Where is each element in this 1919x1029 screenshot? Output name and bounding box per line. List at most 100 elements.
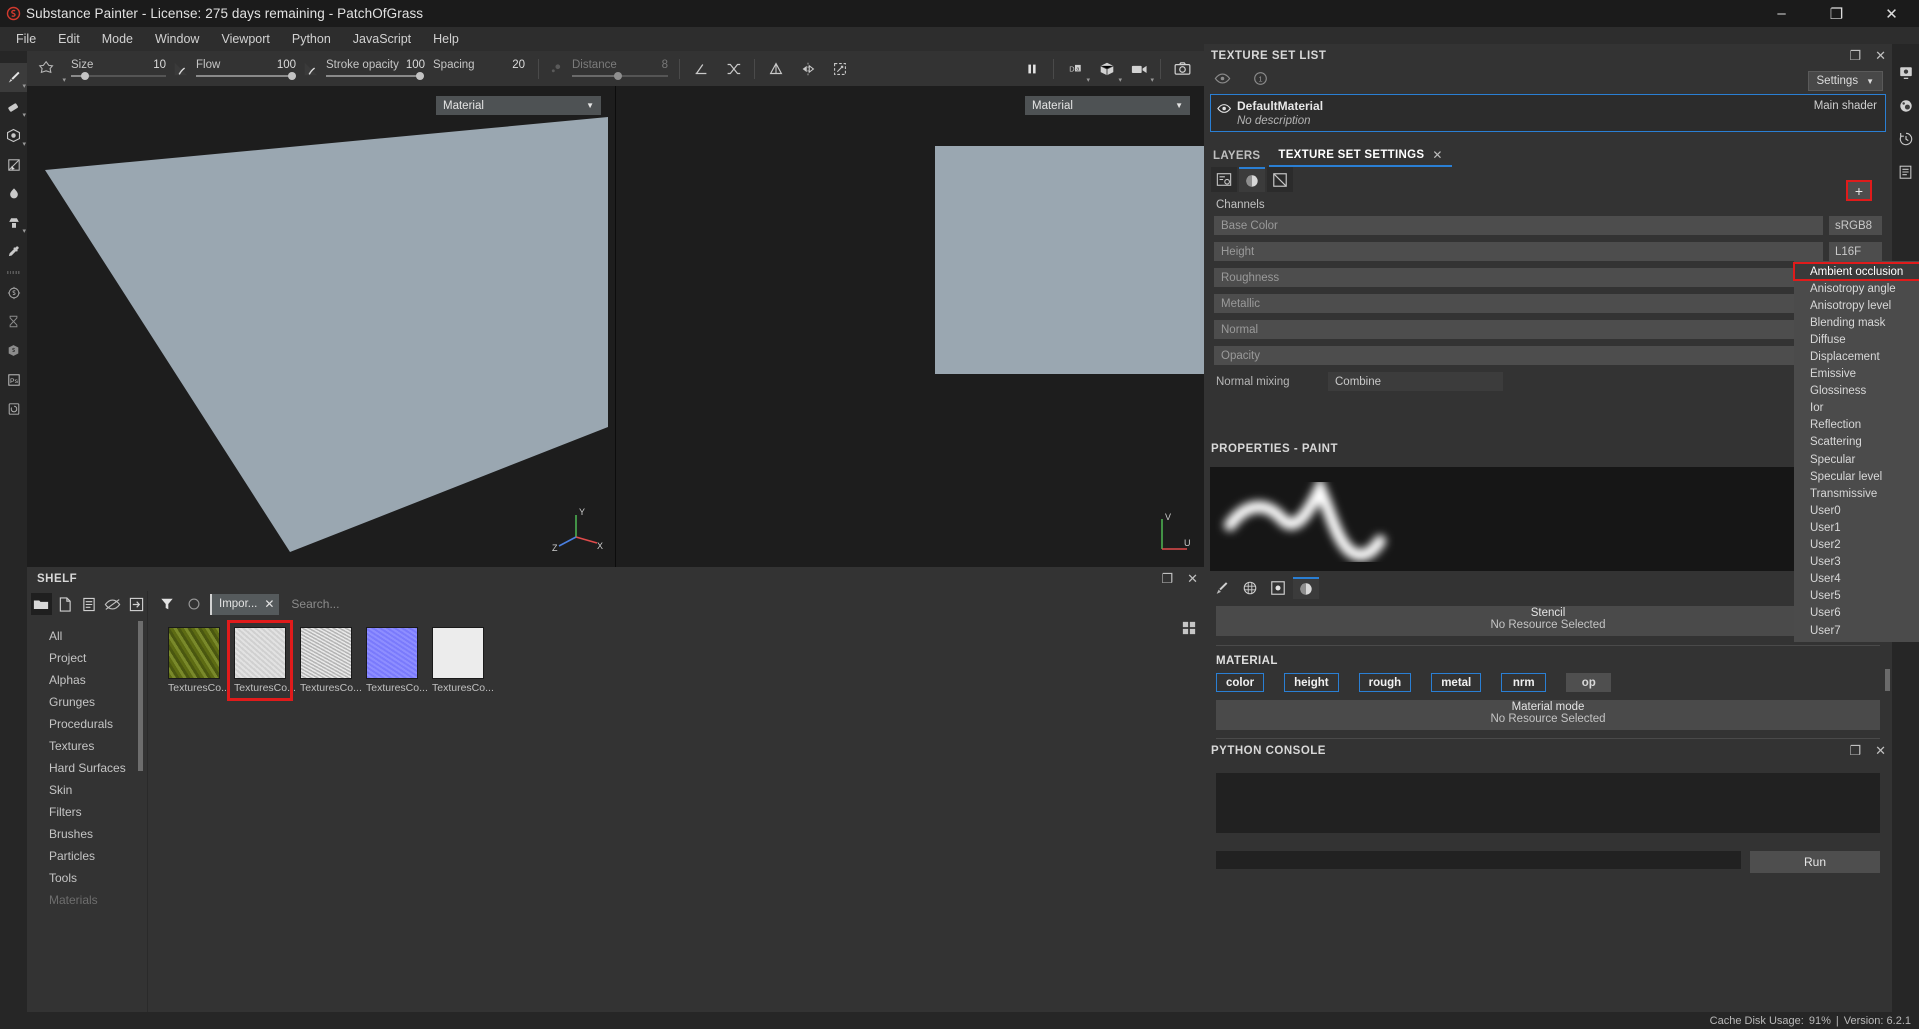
shelf-cat-filters[interactable]: Filters xyxy=(27,801,147,823)
shelf-cat-particles[interactable]: Particles xyxy=(27,845,147,867)
menu-edit[interactable]: Edit xyxy=(47,28,91,50)
texture-set-list-close-button[interactable]: ✕ xyxy=(1875,48,1886,64)
new-file-icon[interactable] xyxy=(55,593,76,615)
visibility-toggle-icon[interactable] xyxy=(1214,72,1231,90)
tab-texture-set-settings[interactable]: TEXTURE SET SETTINGS ✕ xyxy=(1269,145,1452,167)
shelf-cat-brushes[interactable]: Brushes xyxy=(27,823,147,845)
dropdown-item-scattering[interactable]: Scattering xyxy=(1794,434,1919,451)
grid-icon[interactable] xyxy=(1237,577,1263,599)
shelf-item-1[interactable]: TexturesCo... xyxy=(227,620,296,701)
add-channel-button[interactable]: + xyxy=(1846,180,1872,201)
dropdown-item-transmissive[interactable]: Transmissive xyxy=(1794,485,1919,502)
channel-row-base-color[interactable]: Base Color sRGB8 xyxy=(1214,216,1882,235)
shelf-cat-alphas[interactable]: Alphas xyxy=(27,669,147,691)
texture-set-row[interactable]: DefaultMaterial Main shader No descripti… xyxy=(1210,94,1886,132)
dropdown-item-user6[interactable]: User6 xyxy=(1794,605,1919,622)
channel-row-roughness[interactable]: Roughness L8 xyxy=(1214,268,1882,287)
shelf-cat-skin[interactable]: Skin xyxy=(27,779,147,801)
material-mode-box[interactable]: Material mode No Resource Selected xyxy=(1216,700,1880,730)
alpha-icon[interactable] xyxy=(1265,577,1291,599)
brush-icon[interactable] xyxy=(1209,577,1235,599)
shelf-cat-project[interactable]: Project xyxy=(27,647,147,669)
menu-help[interactable]: Help xyxy=(422,28,470,50)
menu-viewport[interactable]: Viewport xyxy=(210,28,280,50)
channel-format[interactable]: L16F xyxy=(1829,242,1882,261)
maximize-button[interactable]: ❐ xyxy=(1809,0,1864,27)
material-toggle-metal[interactable]: metal xyxy=(1431,673,1482,692)
shader-settings-icon[interactable] xyxy=(1892,89,1919,122)
material-mode-icon[interactable]: ▾ xyxy=(1091,51,1123,86)
eye-icon[interactable] xyxy=(1217,101,1232,119)
python-console-close-button[interactable]: ✕ xyxy=(1875,743,1886,759)
normal-mixing-combo[interactable]: Combine xyxy=(1328,372,1503,391)
menu-window[interactable]: Window xyxy=(144,28,210,50)
shelf-maximize-button[interactable]: ❐ xyxy=(1161,571,1173,587)
shelf-close-button[interactable]: ✕ xyxy=(1187,571,1198,587)
shelf-category-scrollbar[interactable] xyxy=(138,621,143,771)
brush-tilt-icon[interactable] xyxy=(685,51,717,86)
display-channel-icon[interactable]: Da ▾ xyxy=(1059,51,1091,86)
mesh-maps-icon[interactable] xyxy=(1211,167,1237,192)
save-icon[interactable] xyxy=(79,593,100,615)
material-toggle-rough[interactable]: rough xyxy=(1358,673,1412,692)
dropdown-item-user7[interactable]: User7 xyxy=(1794,622,1919,639)
shelf-item-3[interactable]: TexturesCo... xyxy=(366,627,428,694)
dropdown-item-ambient-occlusion[interactable]: Ambient occlusion xyxy=(1793,261,1919,282)
refresh-circle-icon[interactable] xyxy=(184,597,204,611)
tiling-icon[interactable] xyxy=(824,51,856,86)
shelf-cat-tools[interactable]: Tools xyxy=(27,867,147,889)
material-toggle-nrm[interactable]: nrm xyxy=(1501,673,1547,692)
stencil-resource-box[interactable]: Stencil No Resource Selected xyxy=(1216,606,1880,636)
symmetry-icon[interactable] xyxy=(760,51,792,86)
dropdown-item-anisotropy-angle[interactable]: Anisotropy angle xyxy=(1794,280,1919,297)
viewport-3d-shader-combo[interactable]: Material ▼ xyxy=(436,96,601,115)
channel-row-normal[interactable]: Normal RGB16F xyxy=(1214,320,1882,339)
texture-set-list-maximize-button[interactable]: ❐ xyxy=(1849,48,1861,64)
python-console-maximize-button[interactable]: ❐ xyxy=(1849,743,1861,759)
properties-scrollbar[interactable] xyxy=(1885,669,1890,691)
dropdown-item-user4[interactable]: User4 xyxy=(1794,571,1919,588)
material-toggle-color[interactable]: color xyxy=(1216,673,1265,692)
menu-file[interactable]: File xyxy=(5,28,47,50)
hide-icon[interactable] xyxy=(102,593,123,615)
dropdown-item-user2[interactable]: User2 xyxy=(1794,537,1919,554)
viewport-2d[interactable]: Material ▼ V U xyxy=(616,86,1261,567)
uv-tiles-icon[interactable] xyxy=(1267,167,1293,192)
shelf-item-2[interactable]: TexturesCo... xyxy=(300,627,362,694)
dropdown-item-emissive[interactable]: Emissive xyxy=(1794,366,1919,383)
dropdown-item-user5[interactable]: User5 xyxy=(1794,588,1919,605)
mirror-icon[interactable] xyxy=(792,51,824,86)
dropdown-item-displacement[interactable]: Displacement xyxy=(1794,348,1919,365)
camera-mode-icon[interactable]: ▾ xyxy=(1123,51,1155,86)
python-command-input[interactable] xyxy=(1216,851,1741,869)
shelf-cat-grunges[interactable]: Grunges xyxy=(27,691,147,713)
shelf-cat-procedurals[interactable]: Procedurals xyxy=(27,713,147,735)
dropdown-item-diffuse[interactable]: Diffuse xyxy=(1794,331,1919,348)
dropdown-item-specular[interactable]: Specular xyxy=(1794,451,1919,468)
dropdown-item-blending-mask[interactable]: Blending mask xyxy=(1794,314,1919,331)
material-toggle-height[interactable]: height xyxy=(1284,673,1339,692)
shelf-cat-textures[interactable]: Textures xyxy=(27,735,147,757)
material-toggle-op[interactable]: op xyxy=(1566,673,1612,692)
close-icon[interactable]: ✕ xyxy=(1432,148,1442,162)
shelf-filter-chip[interactable]: Impor... ✕ xyxy=(210,593,280,615)
viewport-2d-shader-combo[interactable]: Material ▼ xyxy=(1025,96,1190,115)
import-icon[interactable] xyxy=(126,593,147,615)
channel-row-height[interactable]: Height L16F xyxy=(1214,242,1882,261)
screenshot-icon[interactable] xyxy=(1166,51,1198,86)
normal-mixing-row[interactable]: Normal mixing Combine xyxy=(1214,372,1882,391)
channel-row-metallic[interactable]: Metallic L8 xyxy=(1214,294,1882,313)
dropdown-item-ior[interactable]: Ior xyxy=(1794,400,1919,417)
shelf-item-4[interactable]: TexturesCo... xyxy=(432,627,494,694)
dropdown-item-glossiness[interactable]: Glossiness xyxy=(1794,383,1919,400)
grid-view-icon[interactable] xyxy=(1182,621,1196,640)
tab-layers[interactable]: LAYERS xyxy=(1204,145,1269,167)
menu-javascript[interactable]: JavaScript xyxy=(342,28,422,50)
shelf-cat-materials[interactable]: Materials xyxy=(27,889,147,911)
menu-mode[interactable]: Mode xyxy=(91,28,144,50)
close-button[interactable]: ✕ xyxy=(1864,0,1919,27)
material-icon[interactable] xyxy=(1293,577,1319,599)
viewport-3d[interactable]: Material ▼ Y X Z xyxy=(27,86,615,567)
channel-format[interactable]: sRGB8 xyxy=(1829,216,1882,235)
shelf-cat-hard-surfaces[interactable]: Hard Surfaces xyxy=(27,757,147,779)
